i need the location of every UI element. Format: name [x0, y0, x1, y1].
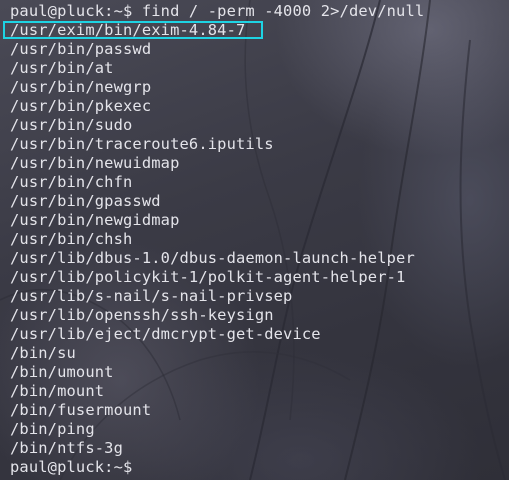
result-line: /usr/lib/eject/dmcrypt-get-device [10, 325, 321, 343]
highlighted-result: /usr/exim/bin/exim-4.84-7 [10, 21, 246, 39]
result-line: /usr/bin/newgidmap [10, 211, 180, 229]
result-line: /bin/ntfs-3g [10, 439, 123, 457]
result-line: /usr/bin/chsh [10, 230, 133, 248]
result-line: /usr/lib/policykit-1/polkit-agent-helper… [10, 268, 406, 286]
result-line: /usr/bin/pkexec [10, 97, 152, 115]
result-line: /usr/bin/at [10, 59, 114, 77]
terminal-window[interactable]: paul@pluck:~$ find / -perm -4000 2>/dev/… [0, 0, 509, 480]
result-line: /usr/bin/newuidmap [10, 154, 180, 172]
result-line: /usr/bin/sudo [10, 116, 133, 134]
result-line: /usr/bin/passwd [10, 40, 152, 58]
result-line: /usr/lib/openssh/ssh-keysign [10, 306, 274, 324]
result-line: /bin/umount [10, 363, 114, 381]
result-line: /bin/fusermount [10, 401, 152, 419]
result-line: /usr/lib/dbus-1.0/dbus-daemon-launch-hel… [10, 249, 415, 267]
shell-prompt[interactable]: paul@pluck:~$ [10, 458, 424, 477]
result-line: /usr/bin/traceroute6.iputils [10, 135, 274, 153]
result-line: /usr/bin/gpasswd [10, 192, 161, 210]
result-line: /bin/su [10, 344, 76, 362]
result-line: /bin/mount [10, 382, 105, 400]
result-line: /bin/ping [10, 420, 95, 438]
result-line: /usr/bin/chfn [10, 173, 133, 191]
result-line: /usr/bin/newgrp [10, 78, 152, 96]
command-line: paul@pluck:~$ find / -perm -4000 2>/dev/… [10, 2, 425, 20]
result-line: /usr/lib/s-nail/s-nail-privsep [10, 287, 293, 305]
terminal-output[interactable]: paul@pluck:~$ find / -perm -4000 2>/dev/… [10, 2, 424, 477]
